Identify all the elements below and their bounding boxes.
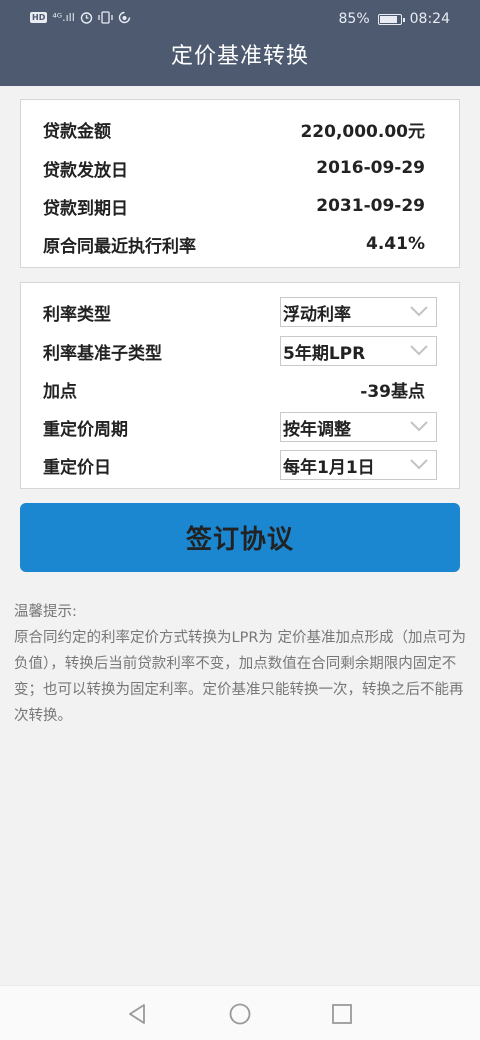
tip-body: 原合同约定的利率定价方式转换为LPR为 定价基准加点形成（加点可为负值），转换后… — [14, 630, 467, 724]
signal-icon: ⁴ᴳ.ıll — [52, 11, 75, 24]
sign-agreement-button[interactable]: 签订协议 — [20, 503, 460, 572]
chevron-down-icon — [410, 345, 428, 356]
loan-info-card: 贷款金额 220,000.00元 贷款发放日 2016-09-29 贷款到期日 … — [20, 99, 460, 268]
sync-icon — [118, 11, 130, 24]
repricing-period-value: 按年调整 — [283, 419, 351, 440]
page-title: 定价基准转换 — [170, 44, 309, 69]
clock: 08:24 — [409, 11, 450, 27]
tip-section: 温馨提示: 原合同约定的利率定价方式转换为LPR为 定价基准加点形成（加点可为负… — [14, 599, 466, 729]
rate-type-value: 浮动利率 — [283, 304, 351, 325]
repricing-period-label: 重定价周期 — [43, 419, 128, 440]
loan-amount-value: 220,000.00元 — [300, 121, 425, 142]
loan-amount-label: 贷款金额 — [43, 121, 111, 142]
recent-rate-value: 4.41% — [366, 234, 425, 254]
status-bar: HD ⁴ᴳ.ıll 85% 08:24 — [0, 0, 480, 38]
back-triangle-icon[interactable] — [126, 1003, 148, 1025]
benchmark-subtype-select[interactable]: 5年期LPR — [280, 336, 437, 366]
home-circle-icon[interactable] — [229, 1003, 251, 1025]
spread-value: -39基点 — [360, 381, 425, 402]
vibrate-icon — [98, 11, 113, 24]
spread-row: 加点 -39基点 — [43, 374, 425, 404]
tip-title: 温馨提示: — [14, 604, 77, 620]
rate-type-label: 利率类型 — [43, 304, 111, 325]
app-header: HD ⁴ᴳ.ıll 85% 08:24 定价基准转换 — [0, 0, 480, 86]
issue-date-row: 贷款发放日 2016-09-29 — [43, 153, 425, 183]
recent-rate-row: 原合同最近执行利率 4.41% — [43, 229, 425, 259]
recent-rate-label: 原合同最近执行利率 — [43, 236, 196, 257]
benchmark-subtype-label: 利率基准子类型 — [43, 343, 162, 364]
loan-amount-row: 贷款金额 220,000.00元 — [43, 114, 425, 144]
maturity-date-value: 2031-09-29 — [316, 196, 425, 216]
status-indicators: HD ⁴ᴳ.ıll — [30, 11, 131, 24]
chevron-down-icon — [410, 459, 428, 470]
rate-type-select[interactable]: 浮动利率 — [280, 297, 437, 327]
repricing-date-label: 重定价日 — [43, 457, 111, 478]
battery-icon — [377, 13, 405, 25]
chevron-down-icon — [410, 421, 428, 432]
maturity-date-row: 贷款到期日 2031-09-29 — [43, 191, 425, 221]
battery-percent: 85% — [338, 11, 370, 27]
hd-icon: HD — [30, 12, 48, 23]
alarm-icon — [80, 12, 92, 24]
issue-date-value: 2016-09-29 — [316, 158, 425, 178]
maturity-date-label: 贷款到期日 — [43, 198, 128, 219]
benchmark-subtype-value: 5年期LPR — [283, 343, 366, 364]
repricing-date-value: 每年1月1日 — [283, 457, 375, 478]
status-right: 85% 08:24 — [339, 11, 450, 27]
spread-label: 加点 — [43, 381, 77, 402]
issue-date-label: 贷款发放日 — [43, 160, 128, 181]
repricing-date-select[interactable]: 每年1月1日 — [280, 450, 437, 480]
system-nav-bar — [0, 985, 480, 1040]
rate-settings-card: 利率类型 浮动利率 利率基准子类型 5年期LPR 加点 -39基点 重定价周期 … — [20, 282, 460, 489]
chevron-down-icon — [410, 306, 428, 317]
recent-square-icon[interactable] — [331, 1003, 353, 1025]
repricing-period-select[interactable]: 按年调整 — [280, 412, 437, 442]
